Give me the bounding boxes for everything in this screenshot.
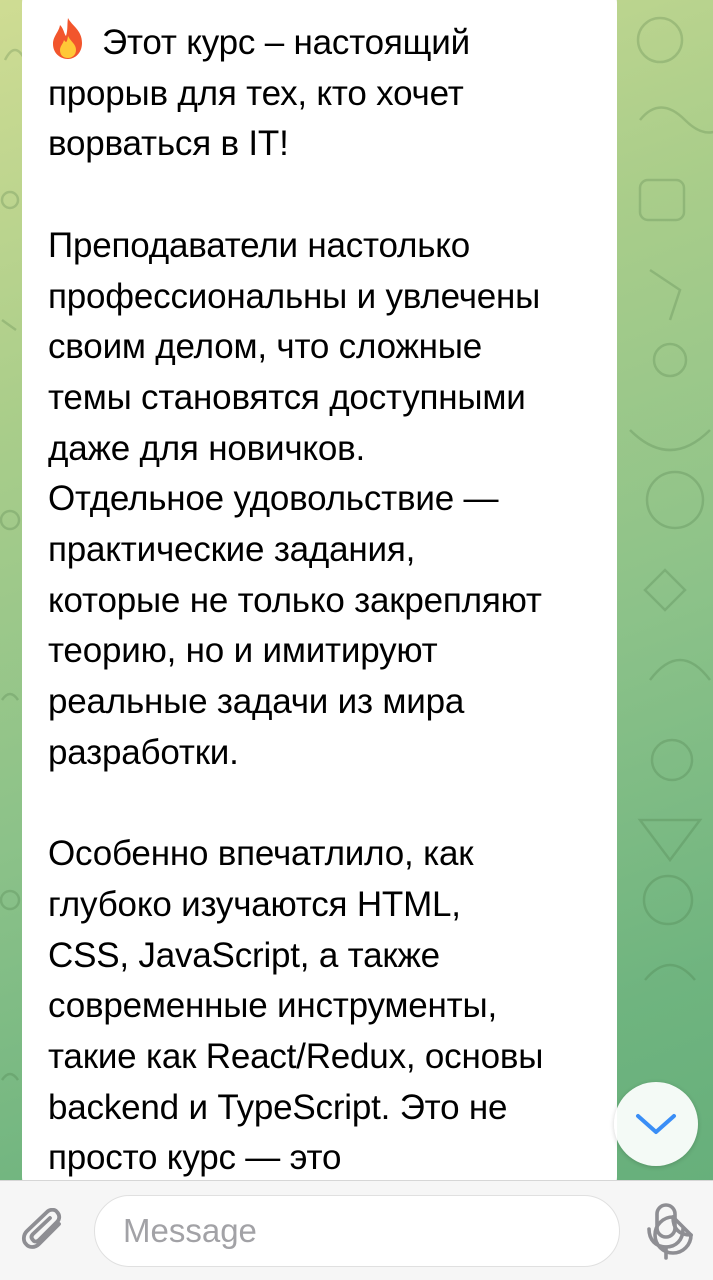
chevron-down-icon — [636, 1114, 676, 1134]
microphone-icon — [647, 1203, 685, 1260]
fire-icon — [48, 16, 88, 60]
message-bubble: Этот курс – настоящий прорыв для тех, кт… — [22, 0, 617, 1180]
attach-button[interactable] — [18, 1205, 76, 1263]
message-text: Этот курс – настоящий прорыв для тех, кт… — [48, 16, 593, 1180]
message-input-bar — [0, 1180, 713, 1280]
message-body: Этот курс – настоящий прорыв для тех, кт… — [48, 23, 544, 1178]
message-input[interactable] — [123, 1196, 543, 1266]
paperclip-icon — [21, 1208, 62, 1249]
voice-record-button[interactable] — [640, 1201, 692, 1263]
scroll-down-button[interactable] — [614, 1082, 698, 1166]
chat-background: Этот курс – настоящий прорыв для тех, кт… — [0, 0, 713, 1180]
message-field[interactable] — [94, 1195, 693, 1267]
